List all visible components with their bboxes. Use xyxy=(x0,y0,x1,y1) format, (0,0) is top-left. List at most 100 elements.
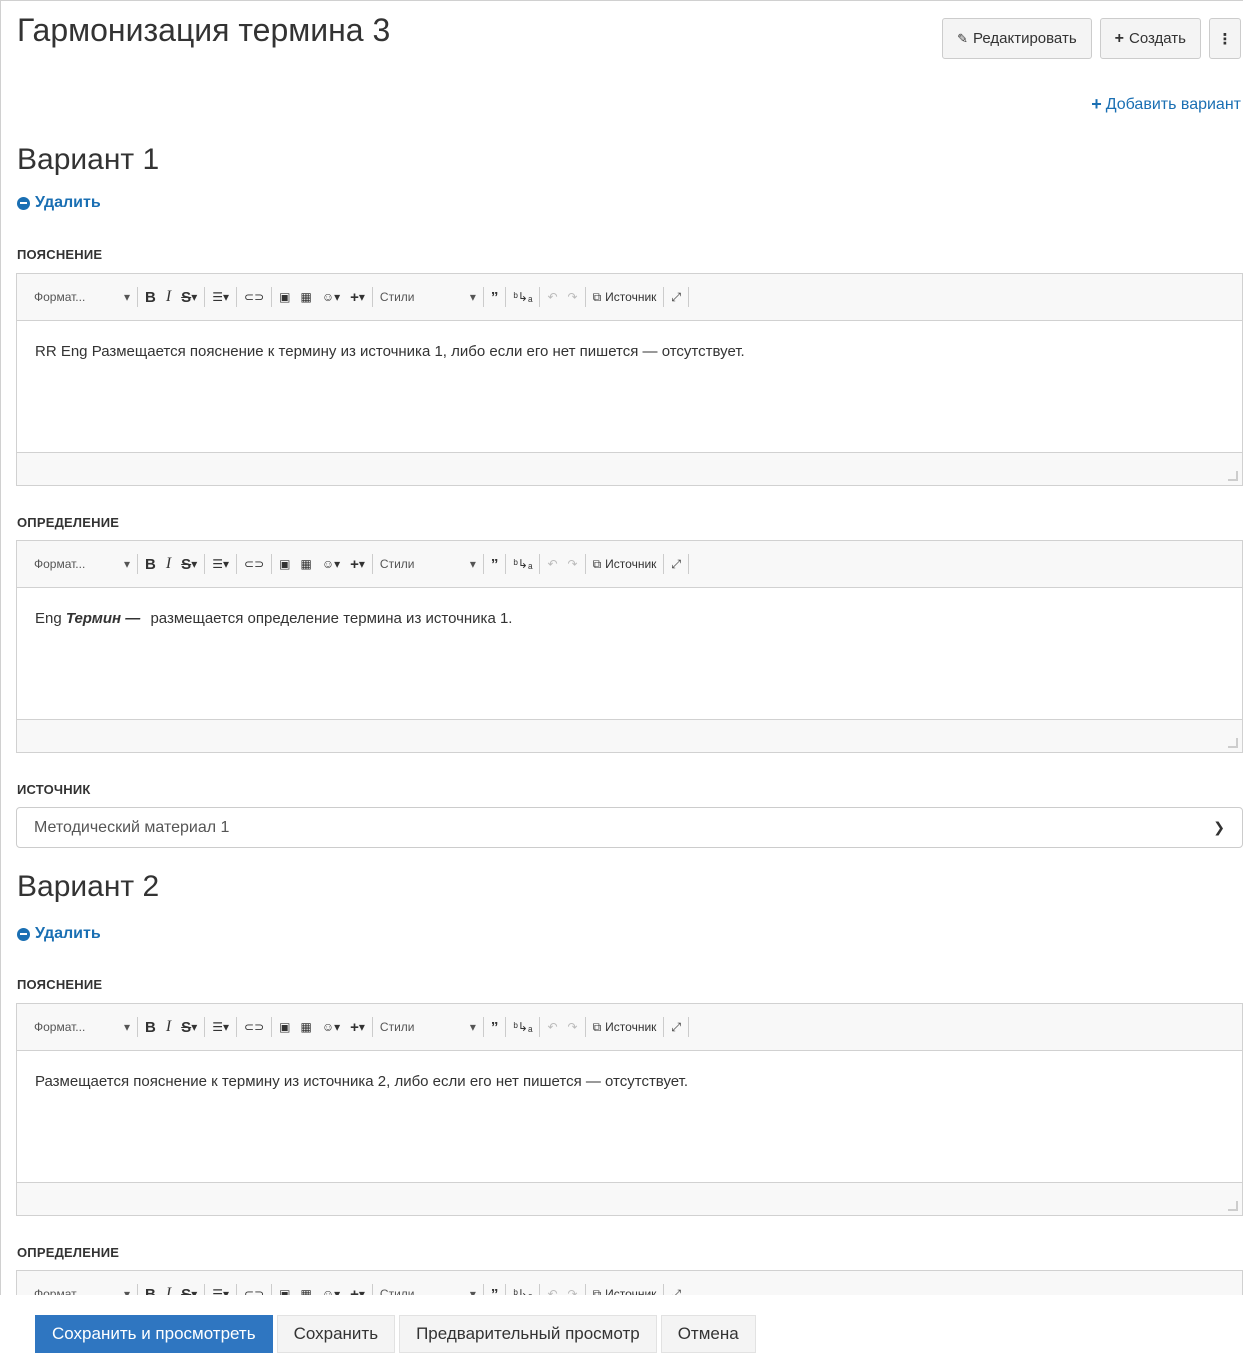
delete-label: Удалить xyxy=(35,925,101,942)
explanation-label: ПОЯСНЕНИЕ xyxy=(17,977,103,992)
replace-button[interactable]: ᵇ↳ₐ xyxy=(508,1015,537,1039)
image-button[interactable]: ▣ xyxy=(274,1015,295,1039)
explanation-content[interactable]: Размещается пояснение к термину из источ… xyxy=(17,1051,1242,1182)
table-button[interactable]: ▦ xyxy=(295,552,316,576)
definition-content[interactable]: Eng Термин — размещается определение тер… xyxy=(17,588,1242,719)
table-icon: ▦ xyxy=(300,290,312,304)
list-button[interactable]: ☰ ▾ xyxy=(207,552,234,576)
add-variant-link[interactable]: + Добавить вариант xyxy=(1091,94,1241,115)
emoji-button[interactable]: ☺ ▾ xyxy=(317,1015,345,1039)
image-button[interactable]: ▣ xyxy=(274,552,295,576)
toolbar-separator xyxy=(204,554,206,574)
explanation-content[interactable]: RR Eng Размещается пояснение к термину и… xyxy=(17,321,1242,452)
maximize-button[interactable]: ⤢ xyxy=(666,552,686,576)
link-button[interactable]: ⊂⊃ xyxy=(239,1015,269,1039)
bold-button[interactable]: B xyxy=(140,552,161,576)
strike-button[interactable]: S ▾ xyxy=(176,1015,202,1039)
blockquote-button[interactable]: ” xyxy=(486,552,504,576)
strike-button[interactable]: S ▾ xyxy=(176,552,202,576)
more-menu-button[interactable]: ⋮ xyxy=(1209,18,1241,59)
blockquote-button[interactable]: ” xyxy=(486,1015,504,1039)
italic-button[interactable]: I xyxy=(161,285,176,309)
top-actions: ✎ Редактировать + Создать ⋮ xyxy=(942,18,1241,59)
emoji-button[interactable]: ☺ ▾ xyxy=(317,552,345,576)
toolbar-separator xyxy=(539,1017,541,1037)
blockquote-button[interactable]: ” xyxy=(486,285,504,309)
link-button[interactable]: ⊂⊃ xyxy=(239,285,269,309)
definition-text: размещается определение термина из источ… xyxy=(150,610,513,627)
emoji-button[interactable]: ☺ ▾ xyxy=(317,285,345,309)
list-button[interactable]: ☰ ▾ xyxy=(207,1015,234,1039)
maximize-icon: ⤢ xyxy=(671,289,682,304)
table-button[interactable]: ▦ xyxy=(295,1015,316,1039)
explanation-editor: Формат... ▾ B I S ▾ ☰ ▾ ⊂⊃ ▣ ▦ ☺ ▾ + ▾ Стили ▾… xyxy=(16,273,1243,486)
strike-button[interactable]: S ▾ xyxy=(176,285,202,309)
italic-icon: I xyxy=(165,288,172,305)
maximize-icon: ⤢ xyxy=(671,1019,682,1034)
format-combo[interactable]: Формат... ▾ xyxy=(29,552,135,576)
styles-combo[interactable]: Стили ▾ xyxy=(375,552,481,576)
smiley-icon: ☺ xyxy=(321,290,335,304)
undo-button[interactable]: ↶ xyxy=(542,1015,562,1039)
source-button-label: Источник xyxy=(605,290,657,304)
quote-icon: ” xyxy=(490,1018,499,1036)
replace-button[interactable]: ᵇ↳ₐ xyxy=(508,285,537,309)
list-button[interactable]: ☰ ▾ xyxy=(207,285,234,309)
edit-button[interactable]: ✎ Редактировать xyxy=(942,18,1092,59)
undo-button[interactable]: ↶ xyxy=(542,552,562,576)
caret-down-icon: ▾ xyxy=(123,290,130,304)
redo-button[interactable]: ↷ xyxy=(563,285,583,309)
styles-combo[interactable]: Стили ▾ xyxy=(375,1015,481,1039)
source-button[interactable]: ⧉ Источник xyxy=(588,285,662,309)
insert-button[interactable]: + ▾ xyxy=(345,1015,370,1039)
source-button-label: Источник xyxy=(605,1020,657,1034)
variant-title: Вариант 2 xyxy=(17,870,160,903)
strikethrough-icon: S xyxy=(181,1018,192,1036)
redo-button[interactable]: ↷ xyxy=(563,1015,583,1039)
link-button[interactable]: ⊂⊃ xyxy=(239,552,269,576)
bold-button[interactable]: B xyxy=(140,285,161,309)
toolbar-separator xyxy=(137,1017,138,1037)
bulleted-list-icon: ☰ xyxy=(212,1020,223,1034)
caret-down-icon: ▾ xyxy=(469,290,476,304)
maximize-button[interactable]: ⤢ xyxy=(666,1015,686,1039)
italic-button[interactable]: I xyxy=(161,552,176,576)
caret-down-icon: ▾ xyxy=(123,557,130,571)
format-combo[interactable]: Формат... ▾ xyxy=(29,1015,135,1039)
create-button[interactable]: + Создать xyxy=(1099,18,1201,59)
pencil-icon: ✎ xyxy=(957,30,969,46)
table-icon: ▦ xyxy=(300,1020,312,1034)
find-replace-icon: ᵇ↳ₐ xyxy=(513,1020,533,1034)
replace-button[interactable]: ᵇ↳ₐ xyxy=(508,552,537,576)
source-select[interactable]: Методический материал 1 ❯ xyxy=(16,807,1243,848)
source-button[interactable]: ⧉ Источник xyxy=(588,552,662,576)
cancel-button[interactable]: Отмена xyxy=(660,1315,756,1353)
save-and-view-button[interactable]: Сохранить и просмотреть xyxy=(35,1315,273,1353)
image-button[interactable]: ▣ xyxy=(274,285,295,309)
insert-button[interactable]: + ▾ xyxy=(345,285,370,309)
toolbar-separator xyxy=(204,1017,206,1037)
smiley-icon: ☺ xyxy=(321,1020,335,1034)
insert-button[interactable]: + ▾ xyxy=(345,552,370,576)
toolbar-separator xyxy=(236,287,238,307)
maximize-button[interactable]: ⤢ xyxy=(666,285,686,309)
delete-variant-link[interactable]: Удалить xyxy=(17,925,101,943)
undo-button[interactable]: ↶ xyxy=(542,285,562,309)
preview-button[interactable]: Предварительный просмотр xyxy=(399,1315,657,1353)
minus-circle-icon xyxy=(17,927,30,941)
editor-statusbar xyxy=(17,719,1242,752)
toolbar-separator xyxy=(688,554,690,574)
toolbar-separator xyxy=(482,554,484,574)
delete-variant-link[interactable]: Удалить xyxy=(17,194,101,212)
save-button[interactable]: Сохранить xyxy=(276,1315,396,1353)
bold-button[interactable]: B xyxy=(140,1015,161,1039)
format-combo[interactable]: Формат... ▾ xyxy=(29,285,135,309)
undo-icon: ↶ xyxy=(547,557,558,571)
editor-toolbar: Формат... ▾ B I S ▾ ☰ ▾ ⊂⊃ ▣ ▦ ☺ ▾ + ▾ Стили ▾… xyxy=(17,1004,1242,1051)
styles-combo[interactable]: Стили ▾ xyxy=(375,285,481,309)
source-button[interactable]: ⧉ Источник xyxy=(588,1015,662,1039)
toolbar-separator xyxy=(584,287,586,307)
italic-button[interactable]: I xyxy=(161,1015,176,1039)
table-button[interactable]: ▦ xyxy=(295,285,316,309)
redo-button[interactable]: ↷ xyxy=(563,552,583,576)
